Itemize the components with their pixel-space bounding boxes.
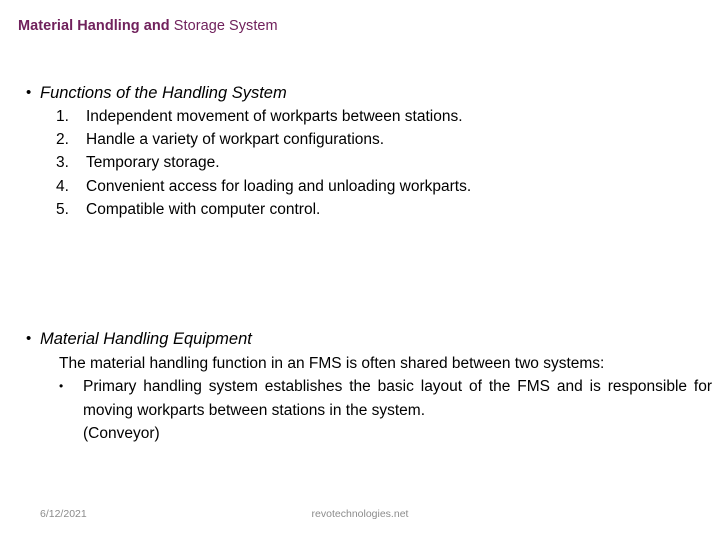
list-item-text: Convenient access for loading and unload…	[86, 177, 472, 195]
list-item-marker: 3.	[56, 154, 69, 172]
bullet-item-functions: • Functions of the Handling System	[26, 82, 287, 104]
bullet-dot-icon: •	[26, 84, 32, 101]
sub-bullet-paragraph-tail: (Conveyor)	[83, 425, 160, 442]
bullet-heading-functions: Functions of the Handling System	[40, 84, 287, 102]
list-item-marker: 4.	[56, 177, 69, 195]
list-item: 2. Handle a variety of workpart configur…	[56, 128, 696, 151]
footer-site: revotechnologies.net	[311, 508, 409, 520]
presentation-slide: Material Handling and Storage System • F…	[0, 0, 720, 540]
sub-bullet-paragraph-text: Primary handling system establishes the …	[83, 378, 712, 419]
numbered-list: 1. Independent movement of workparts bet…	[56, 105, 696, 221]
list-item-text: Compatible with computer control.	[86, 200, 321, 218]
sub-bullet-paragraph-wrapper: Primary handling system establishes the …	[83, 375, 712, 446]
list-item-text: Temporary storage.	[86, 154, 220, 172]
paragraph-intro: The material handling function in an FMS…	[59, 355, 605, 372]
bullet-item-equipment: • Material Handling Equipment	[26, 328, 252, 350]
sub-bullet-dot-icon: •	[59, 379, 64, 393]
bullet-dot-icon: •	[26, 330, 32, 347]
list-item-marker: 5.	[56, 200, 69, 218]
list-item-marker: 1.	[56, 108, 69, 125]
list-item-text: Independent movement of workparts betwee…	[86, 108, 463, 125]
sub-bullet-primary-handling: • Primary handling system establishes th…	[59, 375, 712, 446]
slide-body: • Functions of the Handling System 1. In…	[0, 0, 720, 540]
list-item: 3. Temporary storage.	[56, 151, 696, 174]
list-item-text: Handle a variety of workpart configurati…	[86, 131, 385, 149]
list-item: 5. Compatible with computer control.	[56, 198, 696, 221]
bullet-heading-equipment: Material Handling Equipment	[40, 330, 252, 348]
list-item: 4. Convenient access for loading and unl…	[56, 175, 696, 198]
list-item-marker: 2.	[56, 131, 69, 149]
footer-site-wrapper: revotechnologies.net	[0, 507, 720, 521]
list-item: 1. Independent movement of workparts bet…	[56, 105, 696, 128]
